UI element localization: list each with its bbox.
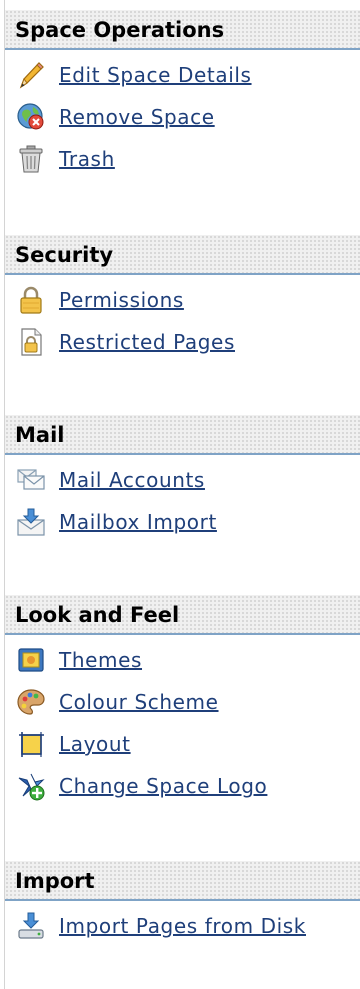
remove-globe-icon bbox=[17, 103, 44, 130]
layout-link[interactable]: Layout bbox=[59, 732, 131, 756]
section-header-look-and-feel: Look and Feel bbox=[5, 595, 360, 635]
menu-item-change-space-logo[interactable]: Change Space Logo bbox=[5, 765, 360, 807]
import-pages-from-disk-link[interactable]: Import Pages from Disk bbox=[59, 914, 306, 938]
menu-item-themes[interactable]: Themes bbox=[5, 639, 360, 681]
section-import: Import Import Pages from Disk bbox=[5, 861, 360, 947]
change-space-logo-link[interactable]: Change Space Logo bbox=[59, 774, 267, 798]
section-header-mail: Mail bbox=[5, 415, 360, 455]
mailbox-import-link[interactable]: Mailbox Import bbox=[59, 510, 217, 534]
trash-icon bbox=[19, 145, 43, 173]
pencil-icon bbox=[19, 62, 44, 89]
menu-item-edit-space-details[interactable]: Edit Space Details bbox=[5, 54, 360, 96]
mailbox-import-icon bbox=[17, 508, 45, 536]
section-header-space-operations: Space Operations bbox=[5, 10, 360, 50]
palette-icon bbox=[17, 689, 45, 715]
section-security: Security Permissions Restricted Pages bbox=[5, 235, 360, 363]
locked-page-icon bbox=[21, 328, 42, 356]
permissions-link[interactable]: Permissions bbox=[59, 288, 184, 312]
menu-item-mail-accounts[interactable]: Mail Accounts bbox=[5, 459, 360, 501]
section-header-import: Import bbox=[5, 861, 360, 901]
menu-item-trash[interactable]: Trash bbox=[5, 138, 360, 180]
themes-link[interactable]: Themes bbox=[59, 648, 142, 672]
change-logo-icon bbox=[18, 773, 45, 801]
remove-space-link[interactable]: Remove Space bbox=[59, 105, 215, 129]
menu-item-restricted-pages[interactable]: Restricted Pages bbox=[5, 321, 360, 363]
menu-item-remove-space[interactable]: Remove Space bbox=[5, 96, 360, 138]
menu-item-import-pages-from-disk[interactable]: Import Pages from Disk bbox=[5, 905, 360, 947]
mail-accounts-link[interactable]: Mail Accounts bbox=[59, 468, 205, 492]
colour-scheme-link[interactable]: Colour Scheme bbox=[59, 690, 219, 714]
menu-item-layout[interactable]: Layout bbox=[5, 723, 360, 765]
edit-space-details-link[interactable]: Edit Space Details bbox=[59, 63, 252, 87]
section-header-security: Security bbox=[5, 235, 360, 275]
trash-link[interactable]: Trash bbox=[59, 147, 115, 171]
menu-item-mailbox-import[interactable]: Mailbox Import bbox=[5, 501, 360, 543]
section-look-and-feel: Look and Feel Themes Colour Scheme Layou… bbox=[5, 595, 360, 807]
restricted-pages-link[interactable]: Restricted Pages bbox=[59, 330, 235, 354]
menu-item-permissions[interactable]: Permissions bbox=[5, 279, 360, 321]
themes-icon bbox=[18, 648, 44, 672]
mail-accounts-icon bbox=[17, 469, 45, 490]
layout-icon bbox=[19, 732, 44, 757]
section-space-operations: Space Operations Edit Space Details Remo… bbox=[5, 10, 360, 180]
menu-item-colour-scheme[interactable]: Colour Scheme bbox=[5, 681, 360, 723]
section-mail: Mail Mail Accounts Mailbox Import bbox=[5, 415, 360, 543]
padlock-icon bbox=[20, 286, 42, 314]
import-disk-icon bbox=[18, 912, 44, 939]
